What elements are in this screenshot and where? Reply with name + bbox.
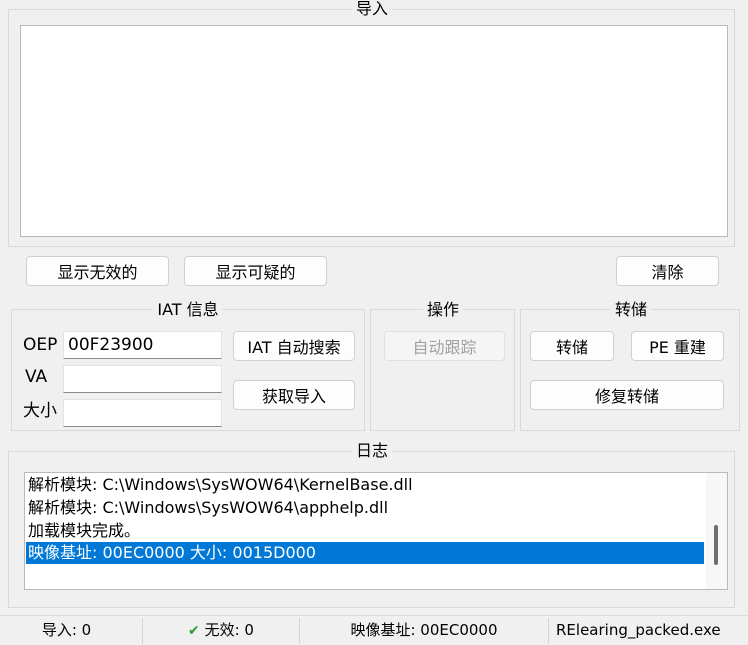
clear-button[interactable]: 清除 [616, 256, 719, 286]
log-list[interactable]: 解析模块: C:\Windows\SysWOW64\KernelBase.dll… [24, 472, 728, 590]
log-scrollbar-thumb[interactable] [714, 525, 718, 565]
log-line[interactable]: 解析模块: C:\Windows\SysWOW64\apphelp.dll [26, 497, 388, 519]
va-label: VA [25, 367, 48, 387]
va-input[interactable] [63, 365, 222, 393]
status-imports: 导入: 0 [41, 621, 92, 639]
pe-rebuild-button[interactable]: PE 重建 [631, 331, 724, 361]
log-title: 日志 [351, 442, 393, 460]
status-separator [548, 618, 549, 644]
iat-info-title: IAT 信息 [153, 301, 223, 319]
actions-group [370, 309, 515, 431]
log-scrollbar[interactable] [706, 473, 727, 589]
dump-button[interactable]: 转储 [530, 331, 614, 361]
log-line[interactable]: 加载模块完成。 [26, 520, 140, 542]
status-invalid: ✔ 无效: 0 [143, 616, 299, 644]
show-invalid-button[interactable]: 显示无效的 [26, 256, 169, 286]
oep-label: OEP [23, 335, 58, 355]
status-process: RElearing_packed.exe [556, 621, 721, 639]
log-line[interactable]: 解析模块: C:\Windows\SysWOW64\KernelBase.dll [26, 474, 413, 496]
log-line-selected[interactable]: 映像基址: 00EC0000 大小: 0015D000 [26, 542, 704, 564]
size-label: 大小 [23, 401, 57, 421]
actions-title: 操作 [422, 301, 464, 319]
status-invalid-text: 无效: 0 [204, 621, 254, 639]
check-icon: ✔ [188, 623, 200, 639]
oep-input[interactable]: 00F23900 [63, 331, 222, 359]
iat-autosearch-button[interactable]: IAT 自动搜索 [233, 331, 355, 361]
dump-group [520, 309, 740, 431]
dump-title: 转储 [610, 301, 652, 319]
imports-tree[interactable] [20, 25, 728, 237]
fix-dump-button[interactable]: 修复转储 [530, 380, 724, 410]
size-input[interactable] [63, 399, 222, 427]
imports-group-title: 导入 [351, 0, 393, 18]
status-imagebase: 映像基址: 00EC0000 [350, 621, 498, 639]
autotrace-button[interactable]: 自动跟踪 [384, 331, 505, 361]
show-suspect-button[interactable]: 显示可疑的 [184, 256, 327, 286]
get-imports-button[interactable]: 获取导入 [233, 380, 355, 410]
